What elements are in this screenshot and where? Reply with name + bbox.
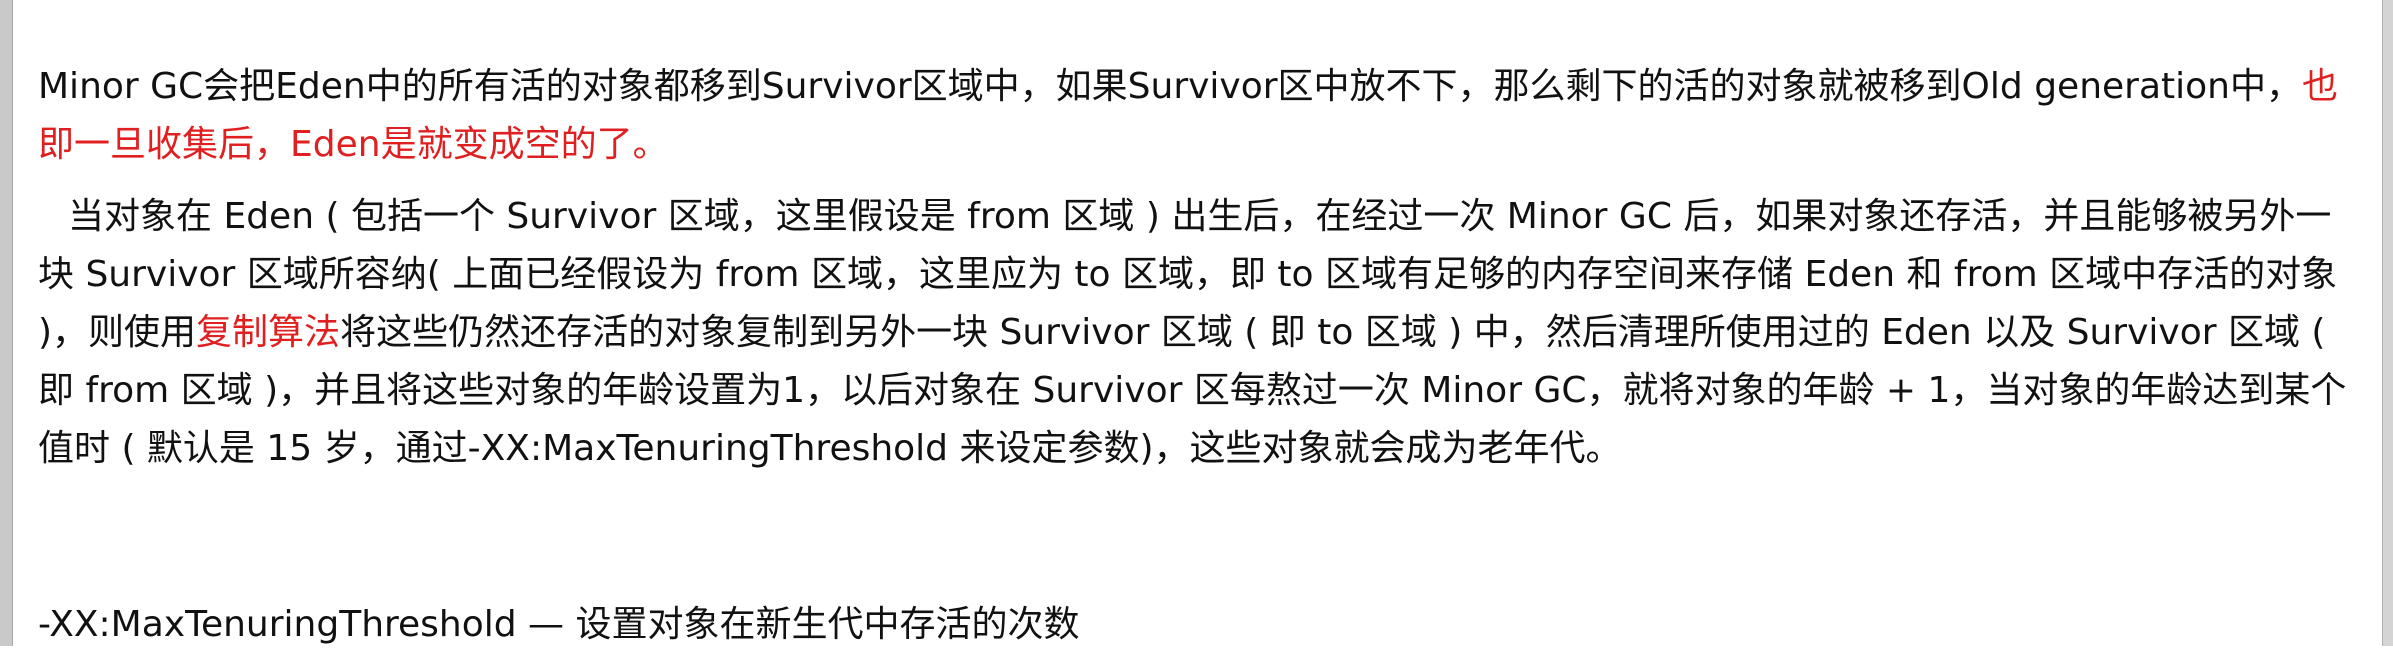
right-scrollbar[interactable] <box>2382 0 2393 646</box>
document-body: Minor GC会把Eden中的所有活的对象都移到Survivor区域中，如果S… <box>38 58 2358 645</box>
left-window-border <box>0 0 13 646</box>
paragraph-survivor-copy: 当对象在 Eden ( 包括一个 Survivor 区域，这里假设是 from … <box>38 188 2358 478</box>
paragraph-minor-gc-overview: Minor GC会把Eden中的所有活的对象都移到Survivor区域中，如果S… <box>38 58 2358 174</box>
paragraph-1-text: Minor GC会把Eden中的所有活的对象都移到Survivor区域中，如果S… <box>38 66 2302 107</box>
paragraph-2-highlight-copy-algorithm: 复制算法 <box>196 312 341 353</box>
paragraph-3-text: -XX:MaxTenuringThreshold — 设置对象在新生代中存活的次… <box>38 604 1080 645</box>
paragraph-jvm-option: -XX:MaxTenuringThreshold — 设置对象在新生代中存活的次… <box>38 596 1080 654</box>
paragraph-2-text-b: 将这些仍然还存活的对象复制到另外一块 Survivor 区域 ( 即 to 区域… <box>38 312 2347 469</box>
